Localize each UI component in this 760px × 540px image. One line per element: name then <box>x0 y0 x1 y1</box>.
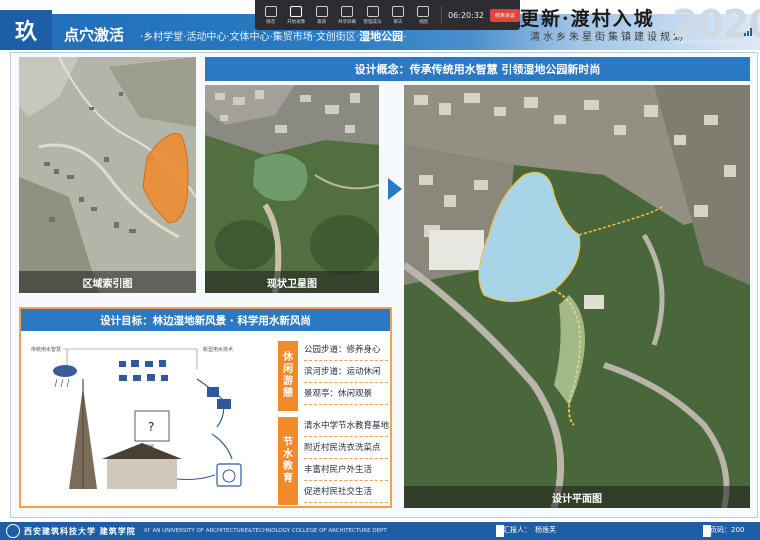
goal-item: 附近村民洗衣洗菜点 <box>304 437 388 459</box>
goal-item: 促进村民社交生活 <box>304 481 388 503</box>
rain-cloud-icon <box>53 365 77 388</box>
crumb-item: 乡村学堂 <box>143 32 184 43</box>
pipe-node-icon <box>217 399 231 409</box>
view-icon <box>417 5 430 17</box>
end-meeting-button[interactable]: 结束会议 <box>490 8 521 22</box>
goal-item: 景观亭：休闲观景 <box>304 383 388 405</box>
breadcrumb: ·乡村学堂·活动中心·文体中心·集贸市场·文创街区·湿地公园· <box>140 30 407 43</box>
microphone-icon <box>264 5 277 17</box>
university-logo-icon <box>6 524 20 538</box>
toolbar-divider <box>441 6 443 24</box>
share-screen-icon <box>341 5 354 17</box>
design-plan-map: 设计平面图 <box>404 85 750 508</box>
footer-school: 西安建筑科技大学 建筑学院 <box>24 526 136 536</box>
crumb-item: 文体中心 <box>229 32 270 43</box>
toolbar-invite-button[interactable]: 邀请 <box>310 5 333 25</box>
satellite-map-graphic <box>205 85 379 293</box>
crumb-item: 文创街区 <box>315 32 356 43</box>
crumb-item: 集贸市场 <box>272 32 313 43</box>
design-plan-caption: 设计平面图 <box>404 486 750 508</box>
design-plan-graphic <box>404 85 750 508</box>
satellite-map: 现状卫星图 <box>205 85 379 293</box>
category-water-education: 节水教育 <box>278 417 298 505</box>
water-usage-icons <box>119 360 168 381</box>
goal-item: 清水中学节水教育基地 <box>304 415 389 437</box>
chapter-badge: 玖 <box>0 10 52 50</box>
toolbar-members-button[interactable]: 管理成员 <box>361 5 384 25</box>
year-subtitle: GRADUATION DESIGN <box>676 40 739 46</box>
meeting-toolbar: 静音 开始录像 邀请 共享屏幕 管理成员 聊天 视图 06:20:32 结束会议 <box>255 0 521 30</box>
pipe-node-icon <box>207 387 219 397</box>
members-icon <box>366 5 379 17</box>
water-wisdom-diagram: 传统用水智慧 新型用水技术 ? 问题 <box>31 346 242 489</box>
water-education-items: 清水中学节水教育基地 附近村民洗衣洗菜点 丰富村民户外生活 促进村民社交生活 <box>304 415 389 503</box>
goals-banner: 设计目标：林边湿地新风景 · 科学用水新风尚 <box>21 309 390 331</box>
concept-banner: 设计概念：传承传统用水智慧 引领湿地公园新时尚 <box>205 57 750 81</box>
toolbar-share-button[interactable]: 共享屏幕 <box>335 5 358 25</box>
goal-item: 公园步道：修养身心 <box>304 339 388 361</box>
goal-item: 丰富村民户外生活 <box>304 459 388 481</box>
record-icon <box>290 5 303 17</box>
footer-reporter: 汇报人： 杨逸芙 <box>503 526 556 534</box>
question-mark: ? <box>148 420 154 434</box>
pavilion-icon <box>102 443 182 459</box>
satellite-map-caption: 现状卫星图 <box>205 271 379 293</box>
brand-subtitle: 清水乡朱星街集镇建设规划 <box>530 32 686 43</box>
invite-icon <box>315 5 328 17</box>
chat-icon <box>391 5 404 17</box>
footer-page: 页码：200 <box>710 526 745 534</box>
region-map-graphic <box>19 57 196 293</box>
brand-title: 更新·渡村入城 <box>520 8 655 30</box>
toolbar-record-button[interactable]: 开始录像 <box>284 5 307 25</box>
crumb-current: 湿地公园 <box>359 30 404 43</box>
footer: 西安建筑科技大学 建筑学院 XI' AN UNIVERSITY OF ARCHI… <box>0 522 760 540</box>
flow-arrow-icon <box>388 178 402 200</box>
region-map-caption: 区域索引图 <box>19 271 196 293</box>
crumb-item: 活动中心 <box>186 32 227 43</box>
leisure-items: 公园步道：修养身心 滨河步道：运动休闲 景观亭：休闲观景 <box>304 339 388 405</box>
category-leisure: 休闲游憩 <box>278 341 298 411</box>
diagram-right-label: 新型用水技术 <box>203 346 233 353</box>
region-index-map: 区域索引图 <box>19 57 196 293</box>
washing-machine-icon <box>216 463 242 487</box>
goal-item: 滨河步道：运动休闲 <box>304 361 388 383</box>
toolbar-chat-button[interactable]: 聊天 <box>386 5 409 25</box>
section-title: 点穴激活 <box>64 26 125 44</box>
footer-english: XI' AN UNIVERSITY OF ARCHITECTURE&TECHNO… <box>143 528 387 534</box>
signal-icon <box>744 28 752 36</box>
toolbar-view-button[interactable]: 视图 <box>412 5 435 25</box>
diagram-left-label: 传统用水智慧 <box>31 346 61 353</box>
toolbar-mute-button[interactable]: 静音 <box>259 5 282 25</box>
meeting-timer: 06:20:32 <box>448 10 485 20</box>
design-goals-panel: 设计目标：林边湿地新风景 · 科学用水新风尚 传统用水智慧 新型用水技术 ? 问… <box>19 307 392 508</box>
